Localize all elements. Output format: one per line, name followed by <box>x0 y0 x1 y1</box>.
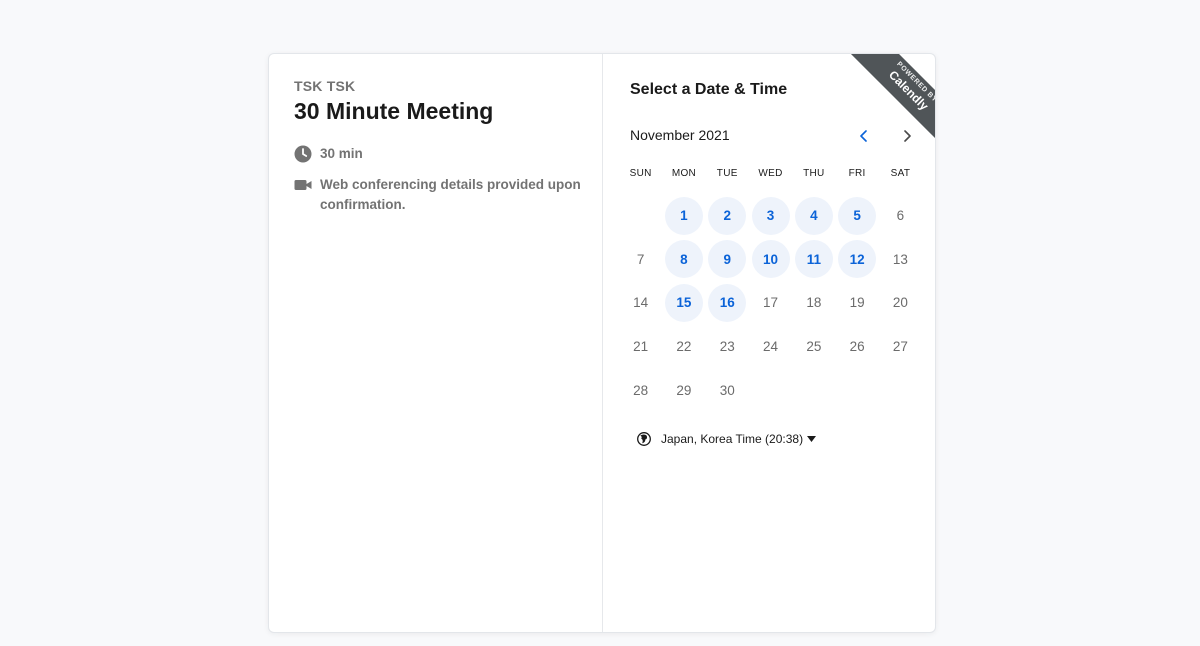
available-date-button[interactable]: 16 <box>706 281 749 325</box>
unavailable-date: 22 <box>662 325 705 369</box>
weekday-header: SUN MON TUE WED THU FRI SAT <box>619 168 922 179</box>
unavailable-date: 28 <box>619 368 662 412</box>
date-number: 29 <box>676 382 692 398</box>
date-number: 30 <box>719 382 735 398</box>
available-date-button[interactable]: 1 <box>662 194 705 238</box>
available-date-button[interactable]: 3 <box>749 194 792 238</box>
date-number: 8 <box>664 240 703 279</box>
date-number: 19 <box>849 295 865 311</box>
unavailable-date: 14 <box>619 281 662 325</box>
date-number: 16 <box>708 283 747 322</box>
clock-icon <box>294 145 312 163</box>
powered-by-label: POWERED BY <box>895 60 936 104</box>
unavailable-date: 6 <box>879 194 922 238</box>
caret-down-icon <box>807 436 817 442</box>
date-number: 6 <box>896 208 905 224</box>
month-label: November 2021 <box>630 127 730 143</box>
unavailable-date: 21 <box>619 325 662 369</box>
calendar-grid: 1 2 3 4 5 6 7 8 9 10 11 12 13 14 15 16 17 18 19 20 21 22 23 24 2… <box>619 194 922 412</box>
date-number: 11 <box>794 240 833 279</box>
event-duration: 30 min <box>294 144 363 164</box>
date-number: 28 <box>633 382 649 398</box>
event-title: 30 Minute Meeting <box>294 98 494 124</box>
date-number: 24 <box>763 339 779 355</box>
available-date-button[interactable]: 12 <box>835 238 878 282</box>
date-number: 12 <box>838 240 877 279</box>
powered-by-ribbon[interactable]: POWERED BY Calendly <box>847 54 936 142</box>
date-number: 15 <box>664 283 703 322</box>
unavailable-date: 19 <box>835 281 878 325</box>
globe-icon <box>637 432 651 446</box>
date-number: 7 <box>636 251 645 267</box>
available-date-button[interactable]: 2 <box>706 194 749 238</box>
unavailable-date: 17 <box>749 281 792 325</box>
date-number: 10 <box>751 240 790 279</box>
date-number: 3 <box>751 196 790 235</box>
unavailable-date: 7 <box>619 238 662 282</box>
date-number: 21 <box>633 339 649 355</box>
date-number: 23 <box>719 339 735 355</box>
unavailable-date: 30 <box>706 368 749 412</box>
date-number: 14 <box>633 295 649 311</box>
video-camera-icon <box>294 180 312 190</box>
available-date-button[interactable]: 4 <box>792 194 835 238</box>
date-number: 20 <box>892 295 908 311</box>
unavailable-date: 25 <box>792 325 835 369</box>
date-number: 22 <box>676 339 692 355</box>
unavailable-date: 24 <box>749 325 792 369</box>
unavailable-date: 23 <box>706 325 749 369</box>
date-number: 13 <box>892 251 908 267</box>
event-conferencing: Web conferencing details provided upon c… <box>294 175 584 215</box>
date-number: 26 <box>849 339 865 355</box>
date-number: 5 <box>838 196 877 235</box>
weekday-label: SAT <box>890 168 911 179</box>
weekday-label: TUE <box>716 168 738 179</box>
date-number: 1 <box>664 196 703 235</box>
timezone-selector[interactable]: Japan, Korea Time (20:38) <box>637 432 817 446</box>
date-number: 17 <box>763 295 779 311</box>
available-date-button[interactable]: 11 <box>792 238 835 282</box>
unavailable-date: 26 <box>835 325 878 369</box>
weekday-label: MON <box>671 168 697 179</box>
date-number: 27 <box>892 339 908 355</box>
timezone-label: Japan, Korea Time (20:38) <box>661 432 804 446</box>
unavailable-date: 27 <box>879 325 922 369</box>
available-date-button[interactable]: 10 <box>749 238 792 282</box>
weekday-label: THU <box>803 168 825 179</box>
calendly-brand: Calendly <box>885 67 932 114</box>
event-details-panel: TSK TSK 30 Minute Meeting 30 min Web con… <box>269 54 603 632</box>
available-date-button[interactable]: 9 <box>706 238 749 282</box>
available-date-button[interactable]: 8 <box>662 238 705 282</box>
unavailable-date: 29 <box>662 368 705 412</box>
host-name: TSK TSK <box>294 78 356 94</box>
date-number: 4 <box>794 196 833 235</box>
booking-card: TSK TSK 30 Minute Meeting 30 min Web con… <box>268 53 936 633</box>
calendar-blank-cell <box>619 194 662 238</box>
unavailable-date: 20 <box>879 281 922 325</box>
date-number: 9 <box>708 240 747 279</box>
date-number: 25 <box>806 339 822 355</box>
available-date-button[interactable]: 15 <box>662 281 705 325</box>
weekday-label: FRI <box>848 168 866 179</box>
weekday-label: WED <box>758 168 783 179</box>
unavailable-date: 18 <box>792 281 835 325</box>
conferencing-label: Web conferencing details provided upon c… <box>320 177 581 212</box>
weekday-label: SUN <box>629 168 652 179</box>
picker-title: Select a Date & Time <box>630 81 788 98</box>
available-date-button[interactable]: 5 <box>835 194 878 238</box>
date-number: 18 <box>806 295 822 311</box>
unavailable-date: 13 <box>879 238 922 282</box>
date-number: 2 <box>708 196 747 235</box>
duration-label: 30 min <box>320 146 363 161</box>
